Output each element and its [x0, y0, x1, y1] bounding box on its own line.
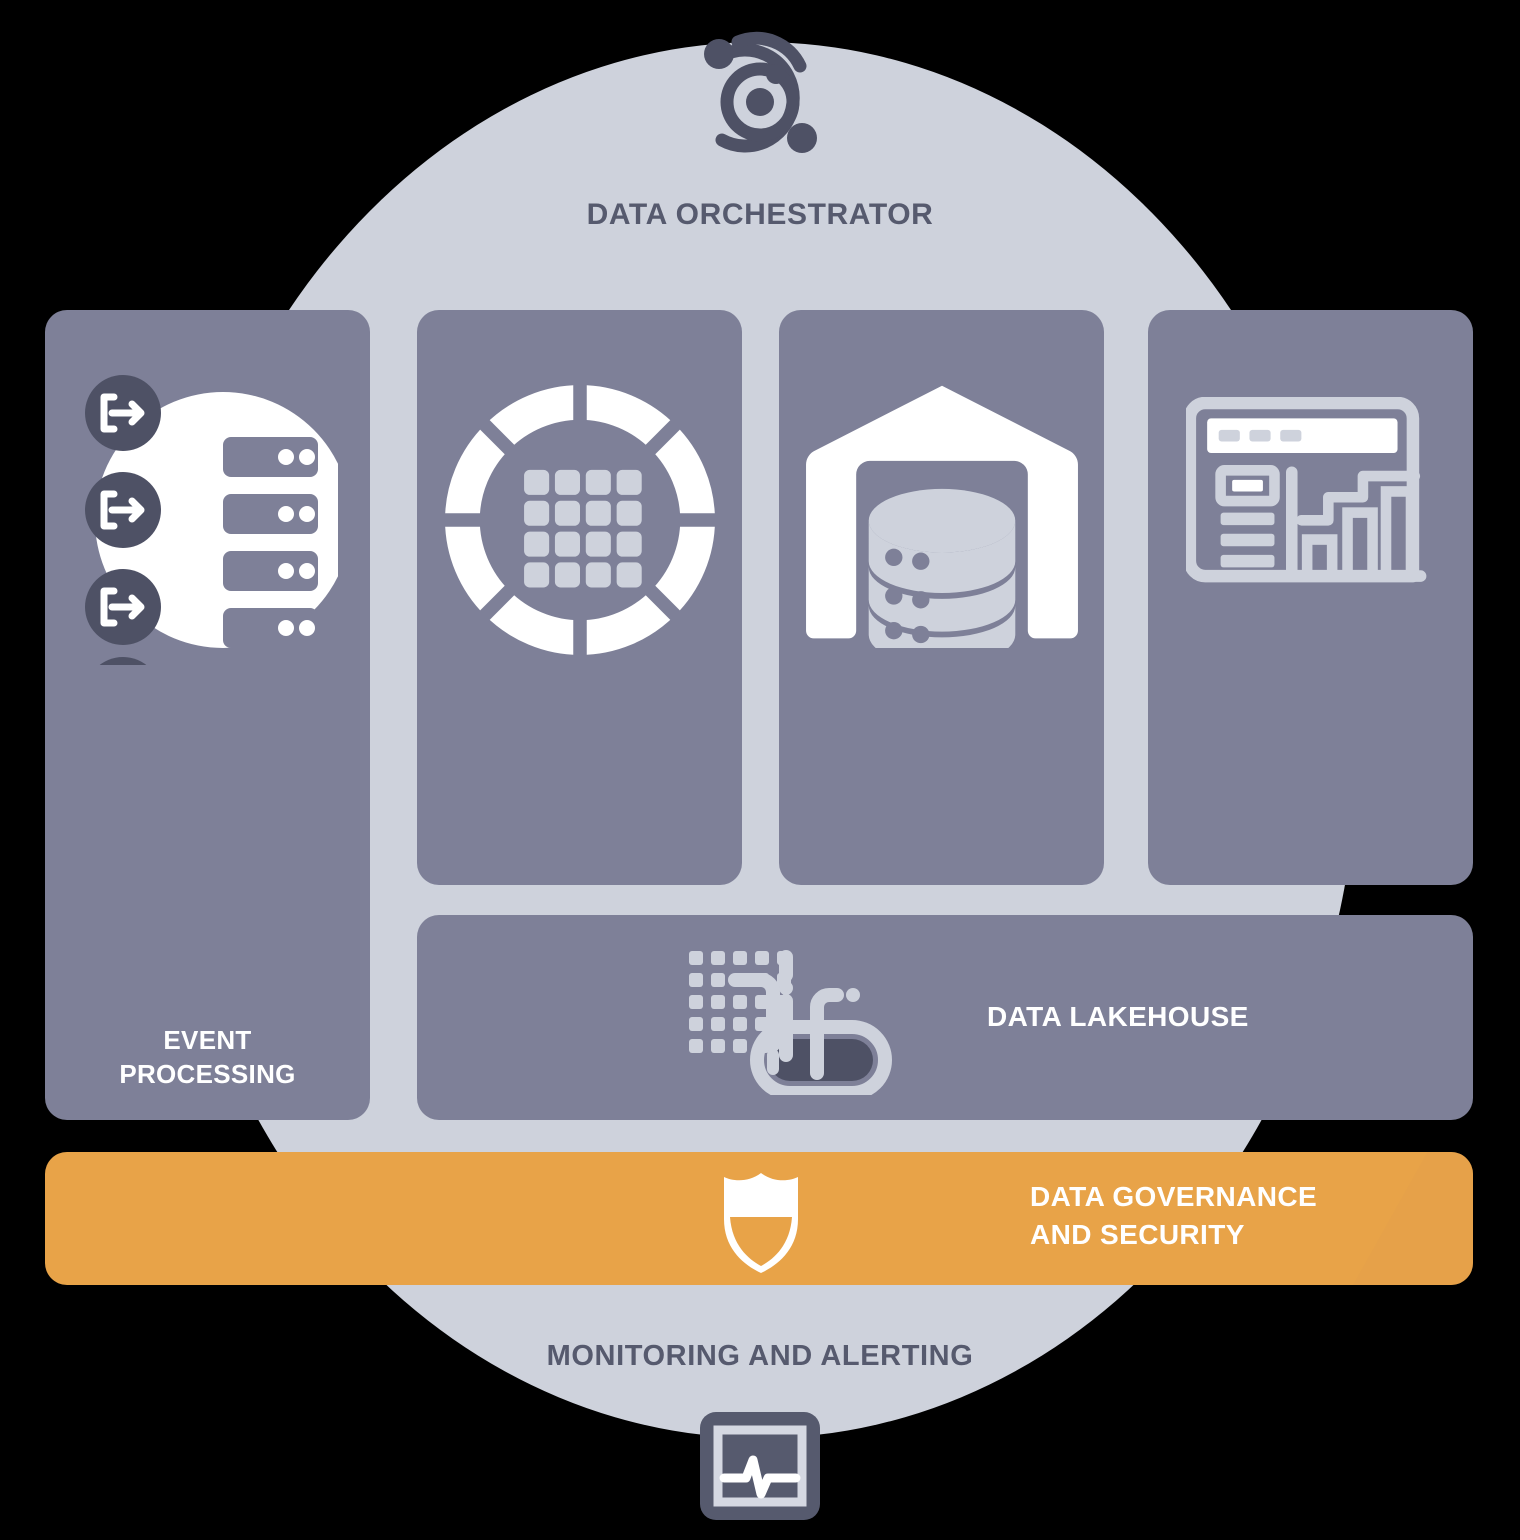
governance-label: DATA GOVERNANCE AND SECURITY [1030, 1178, 1317, 1254]
warehouse-database-icon [805, 385, 1078, 648]
card-real-time-batch-transformation-1[interactable]: REAL TIME AND BATCH DATA TRANSFORMATION [417, 310, 742, 1123]
card-real-time-batch-transformation-2[interactable]: REAL TIME AND BATCH DATA TRANSFORMATION [779, 310, 1104, 1123]
page-title: DATA ORCHESTRATOR [586, 198, 934, 231]
orchestrator-atom-icon [692, 30, 828, 170]
card-label: EVENT PROCESSING [45, 1024, 370, 1092]
card-data-lakehouse[interactable]: DATA LAKEHOUSE [417, 915, 1473, 1120]
lakehouse-label: DATA LAKEHOUSE [987, 1001, 1249, 1032]
dashboard-barchart-icon [1185, 397, 1426, 583]
card-event-processing[interactable]: EVENT PROCESSING [45, 310, 370, 1120]
governance-label-line: DATA GOVERNANCE [1030, 1181, 1318, 1212]
event-stream-servers-icon [84, 375, 338, 665]
dashed-ring-grid-icon [444, 385, 715, 655]
governance-bar-notch [1353, 1152, 1473, 1285]
monitor-pulse-icon [698, 1410, 822, 1522]
bar-data-governance-security[interactable]: DATA GOVERNANCE AND SECURITY [45, 1152, 1473, 1285]
data-lakehouse-pipes-icon [687, 945, 957, 1100]
card-label-line: EVENT [163, 1025, 252, 1055]
architecture-diagram: DATA ORCHESTRATOR EVENT PROCESSING DATA … [0, 0, 1520, 1540]
card-data-visualization[interactable]: DATA VISUALIZATION [1148, 310, 1473, 1089]
card-label-line: PROCESSING [119, 1058, 296, 1089]
monitoring-title: MONITORING AND ALERTING [546, 1340, 974, 1372]
shield-icon [716, 1167, 806, 1277]
governance-label-line: AND SECURITY [1030, 1218, 1245, 1250]
